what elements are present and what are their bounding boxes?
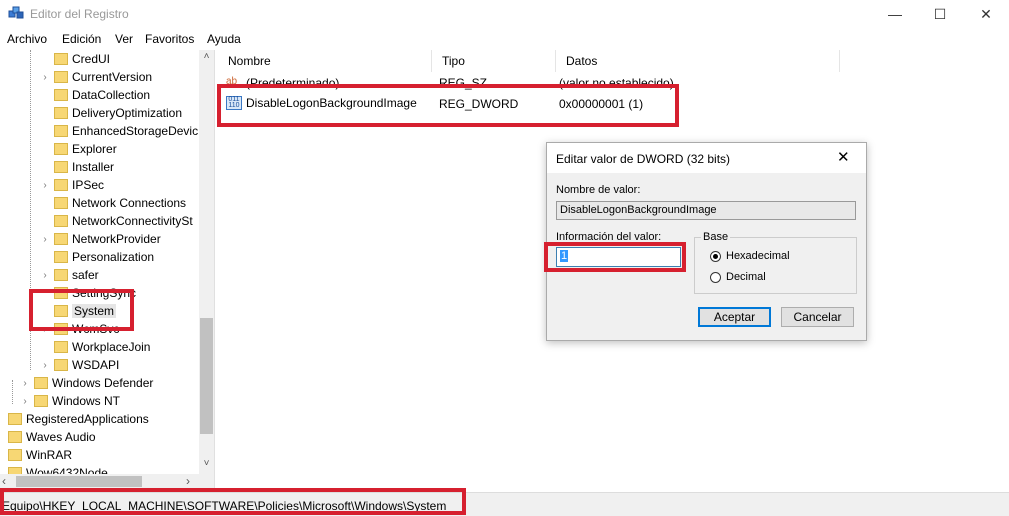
tree-item[interactable]: CredUI xyxy=(40,50,110,68)
menu-archivo[interactable]: Archivo xyxy=(7,32,47,46)
highlight-path xyxy=(0,488,466,515)
tree-item[interactable]: DataCollection xyxy=(40,86,150,104)
base-group xyxy=(694,237,857,294)
maximize-button[interactable]: ☐ xyxy=(917,0,963,28)
tree-item[interactable]: Explorer xyxy=(40,140,117,158)
tree-item[interactable]: › Windows NT xyxy=(20,392,120,410)
scroll-down-icon[interactable]: ˅ xyxy=(200,458,213,470)
key-tree[interactable]: CredUI › CurrentVersion DataCollection De… xyxy=(0,50,215,490)
highlight-system-key xyxy=(29,289,134,331)
folder-icon xyxy=(54,197,68,209)
tree-item[interactable]: › Windows Defender xyxy=(20,374,153,392)
tree-item[interactable]: DeliveryOptimization xyxy=(40,104,182,122)
minimize-button[interactable]: — xyxy=(872,0,918,28)
tree-item[interactable]: RegisteredApplications xyxy=(0,410,149,428)
folder-icon xyxy=(8,449,22,461)
tree-item[interactable]: WinRAR xyxy=(0,446,72,464)
window-title: Editor del Registro xyxy=(30,7,129,21)
dec-radio[interactable]: Decimal xyxy=(710,271,766,283)
registry-app-icon xyxy=(8,6,24,19)
tree-item[interactable]: WorkplaceJoin xyxy=(40,338,150,356)
tree-horizontal-scroll-thumb[interactable] xyxy=(16,476,142,487)
scroll-right-icon[interactable]: › xyxy=(186,474,198,489)
scroll-up-icon[interactable]: ˄ xyxy=(200,51,213,63)
expander-icon[interactable]: › xyxy=(40,360,50,371)
tree-item[interactable]: EnhancedStorageDevic xyxy=(40,122,198,140)
expander-icon[interactable]: › xyxy=(40,234,50,245)
tree-item[interactable]: › safer xyxy=(40,266,98,284)
folder-icon xyxy=(8,413,22,425)
folder-icon xyxy=(8,431,22,443)
tree-item[interactable]: Installer xyxy=(40,158,114,176)
expander-icon[interactable]: › xyxy=(40,180,50,191)
value-name-field: DisableLogonBackgroundImage xyxy=(556,201,856,220)
expander-icon[interactable]: › xyxy=(20,396,30,407)
menu-bar: Archivo Edición Ver Favoritos Ayuda xyxy=(0,30,1009,48)
folder-icon xyxy=(34,377,48,389)
folder-icon xyxy=(54,71,68,83)
folder-icon xyxy=(54,251,68,263)
tree-item[interactable]: Network Connections xyxy=(40,194,186,212)
folder-icon xyxy=(54,107,68,119)
expander-icon[interactable]: › xyxy=(20,378,30,389)
dialog-title-bar: Editar valor de DWORD (32 bits) ✕ xyxy=(547,143,866,173)
tree-item[interactable]: Personalization xyxy=(40,248,154,266)
expander-icon[interactable]: › xyxy=(40,270,50,281)
scroll-left-icon[interactable]: ‹ xyxy=(2,474,14,489)
highlight-value-input xyxy=(544,242,686,272)
highlight-value-row xyxy=(217,84,679,127)
expander-icon[interactable]: › xyxy=(40,72,50,83)
column-header-tipo[interactable]: Tipo xyxy=(432,50,556,72)
tree-item[interactable]: › NetworkProvider xyxy=(40,230,160,248)
tree-item[interactable]: › CurrentVersion xyxy=(40,68,152,86)
folder-icon xyxy=(54,143,68,155)
menu-favoritos[interactable]: Favoritos xyxy=(145,32,194,46)
tree-item[interactable]: Waves Audio xyxy=(0,428,96,446)
folder-icon xyxy=(54,53,68,65)
tree-item[interactable]: › IPSec xyxy=(40,176,104,194)
tree-item[interactable]: NetworkConnectivitySt xyxy=(40,212,193,230)
folder-icon xyxy=(54,359,68,371)
column-header-nombre[interactable]: Nombre xyxy=(218,50,432,72)
title-bar: Editor del Registro — ☐ ✕ xyxy=(0,0,1009,28)
folder-icon xyxy=(54,269,68,281)
folder-icon xyxy=(34,395,48,407)
radio-checked-icon[interactable] xyxy=(710,250,721,262)
tree-item[interactable]: › WSDAPI xyxy=(40,356,119,374)
cancel-button[interactable]: Cancelar xyxy=(781,307,854,327)
dialog-title: Editar valor de DWORD (32 bits) xyxy=(556,152,731,166)
ok-button[interactable]: Aceptar xyxy=(698,307,771,327)
menu-edicion[interactable]: Edición xyxy=(62,32,101,46)
tree-vertical-scroll-thumb[interactable] xyxy=(200,318,213,434)
folder-icon xyxy=(54,215,68,227)
folder-icon xyxy=(54,179,68,191)
base-label: Base xyxy=(701,231,731,243)
folder-icon xyxy=(54,89,68,101)
menu-ayuda[interactable]: Ayuda xyxy=(207,32,241,46)
close-button[interactable]: ✕ xyxy=(963,0,1009,28)
folder-icon xyxy=(54,161,68,173)
hex-radio[interactable]: Hexadecimal xyxy=(710,250,790,262)
folder-icon xyxy=(54,125,68,137)
menu-ver[interactable]: Ver xyxy=(115,32,133,46)
column-header-datos[interactable]: Datos xyxy=(556,50,840,72)
value-name-label: Nombre de valor: xyxy=(556,184,641,196)
folder-icon xyxy=(54,233,68,245)
dialog-close-icon[interactable]: ✕ xyxy=(837,148,850,166)
radio-unchecked-icon[interactable] xyxy=(710,271,721,283)
folder-icon xyxy=(54,341,68,353)
